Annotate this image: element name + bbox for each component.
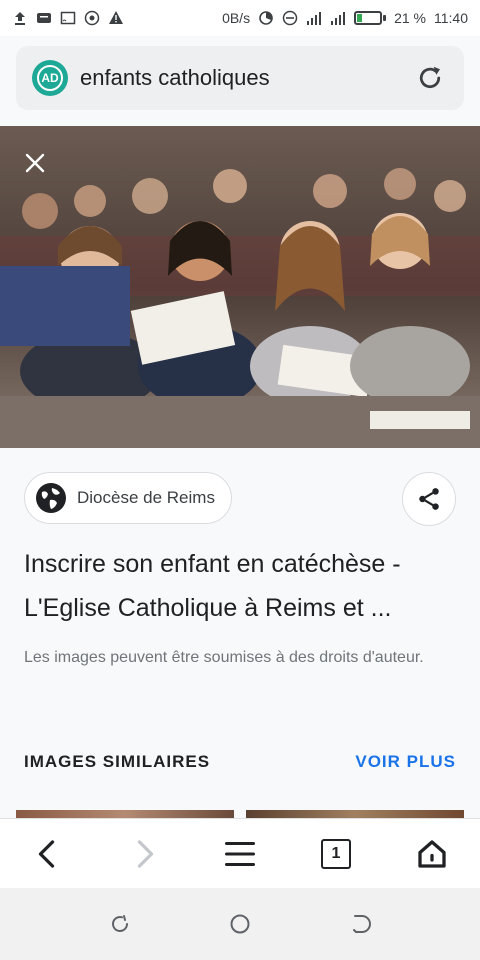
result-image[interactable] — [0, 126, 480, 448]
signal-icon — [306, 10, 322, 26]
share-icon — [419, 488, 439, 510]
source-label: Diocèse de Reims — [77, 488, 215, 507]
home-icon[interactable] — [402, 824, 462, 884]
globe-icon — [36, 483, 66, 513]
status-bar: 0B/s 21 % 11:40 — [0, 0, 480, 36]
recents-icon[interactable] — [98, 902, 142, 946]
search-query[interactable]: enfants catholiques — [80, 65, 412, 91]
dnd-icon — [282, 10, 298, 26]
copyright-notice: Les images peuvent être soumises à des d… — [24, 649, 424, 666]
clock: 11:40 — [434, 10, 468, 26]
tabs-count: 1 — [321, 838, 351, 869]
battery-percent: 21 % — [394, 10, 426, 26]
home-circle-icon[interactable] — [218, 902, 262, 946]
upload-icon — [12, 10, 28, 26]
signal-2-icon — [330, 10, 346, 26]
back-sys-icon[interactable] — [338, 902, 382, 946]
data-saver-icon — [258, 10, 274, 26]
net-speed: 0B/s — [222, 10, 251, 26]
reload-icon[interactable] — [412, 60, 448, 96]
result-title[interactable]: Inscrire son enfant en catéchèse - L'Egl… — [24, 542, 456, 630]
source-chip[interactable]: Diocèse de Reims — [24, 472, 232, 524]
share-button[interactable] — [402, 472, 456, 526]
adblock-badge-icon[interactable]: AD — [32, 60, 68, 96]
menu-icon[interactable] — [210, 824, 270, 884]
back-icon[interactable] — [18, 824, 78, 884]
badge-label: AD — [37, 65, 63, 91]
similar-images-heading: IMAGES SIMILAIRES — [24, 752, 211, 771]
cast-icon — [60, 10, 76, 26]
see-more-link[interactable]: VOIR PLUS — [355, 752, 456, 772]
system-navigation — [0, 888, 480, 960]
tabs-button[interactable]: 1 — [306, 824, 366, 884]
forward-icon[interactable] — [114, 824, 174, 884]
search-bar[interactable]: AD enfants catholiques — [16, 46, 464, 110]
whatsapp-icon — [84, 10, 100, 26]
warning-icon — [108, 10, 124, 26]
browser-toolbar: 1 — [0, 818, 480, 888]
close-icon[interactable] — [18, 146, 52, 180]
battery-icon — [354, 11, 387, 25]
message-icon — [36, 10, 52, 26]
